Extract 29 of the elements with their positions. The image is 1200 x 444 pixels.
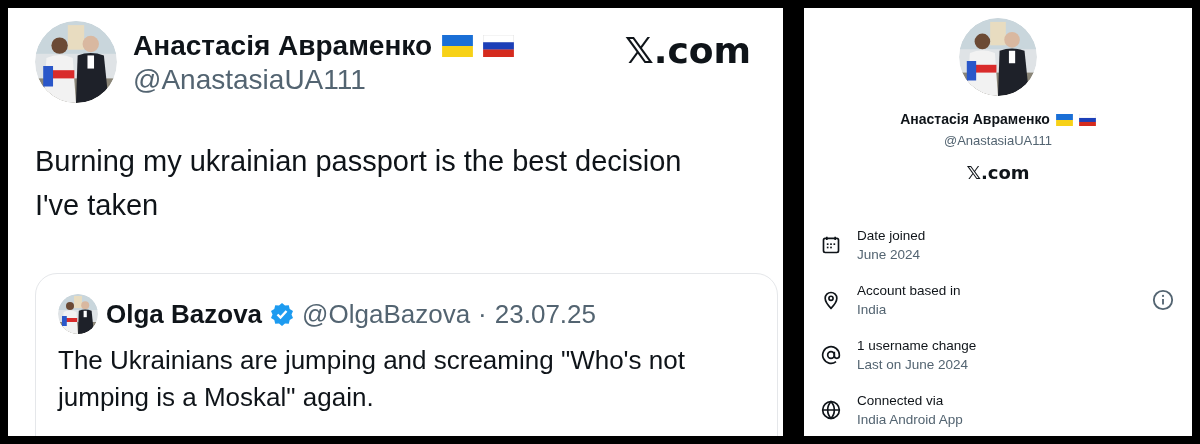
flag-icon bbox=[1055, 113, 1073, 126]
detail-value: India Android App bbox=[857, 411, 963, 429]
quote-text: The Ukrainians are jumping and screaming "Who's not jumping is a Moskal" again. bbox=[58, 344, 686, 414]
detail-title: Date joined bbox=[857, 227, 926, 245]
info-icon[interactable] bbox=[1152, 289, 1174, 311]
detail-title: Account based in bbox=[857, 282, 961, 300]
author-handle: @AnastasiaUA111 bbox=[133, 63, 367, 97]
site-label: 𝕏.com bbox=[624, 31, 751, 71]
profile-handle: @AnastasiaUA111 bbox=[943, 132, 1053, 150]
site-label: 𝕏.com bbox=[966, 160, 1030, 185]
profile-name: Анастасія Авраменко bbox=[900, 110, 1050, 129]
detail-value: June 2024 bbox=[857, 246, 922, 264]
separator-dot: · bbox=[478, 297, 487, 331]
quote-author-name: Olga Bazova bbox=[106, 297, 263, 331]
flag-icon bbox=[483, 35, 515, 57]
calendar-icon bbox=[821, 235, 841, 255]
author-name: Анастасія Авраменко bbox=[133, 29, 433, 63]
location-pin-icon bbox=[821, 290, 841, 310]
detail-title: Connected via bbox=[857, 392, 945, 410]
detail-title: 1 username change bbox=[857, 337, 977, 355]
tweet-text: Burning my ukrainian passport is the best decision I've taken bbox=[35, 144, 683, 223]
detail-value: Last on June 2024 bbox=[857, 356, 970, 374]
flag-icon bbox=[1078, 113, 1096, 126]
globe-icon bbox=[821, 400, 841, 420]
detail-value: India bbox=[857, 301, 888, 319]
quote-author-handle: @OlgaBazova bbox=[302, 297, 471, 331]
at-sign-icon bbox=[821, 345, 841, 365]
flag-icon bbox=[442, 35, 474, 57]
quote-date: 23.07.25 bbox=[494, 297, 596, 331]
